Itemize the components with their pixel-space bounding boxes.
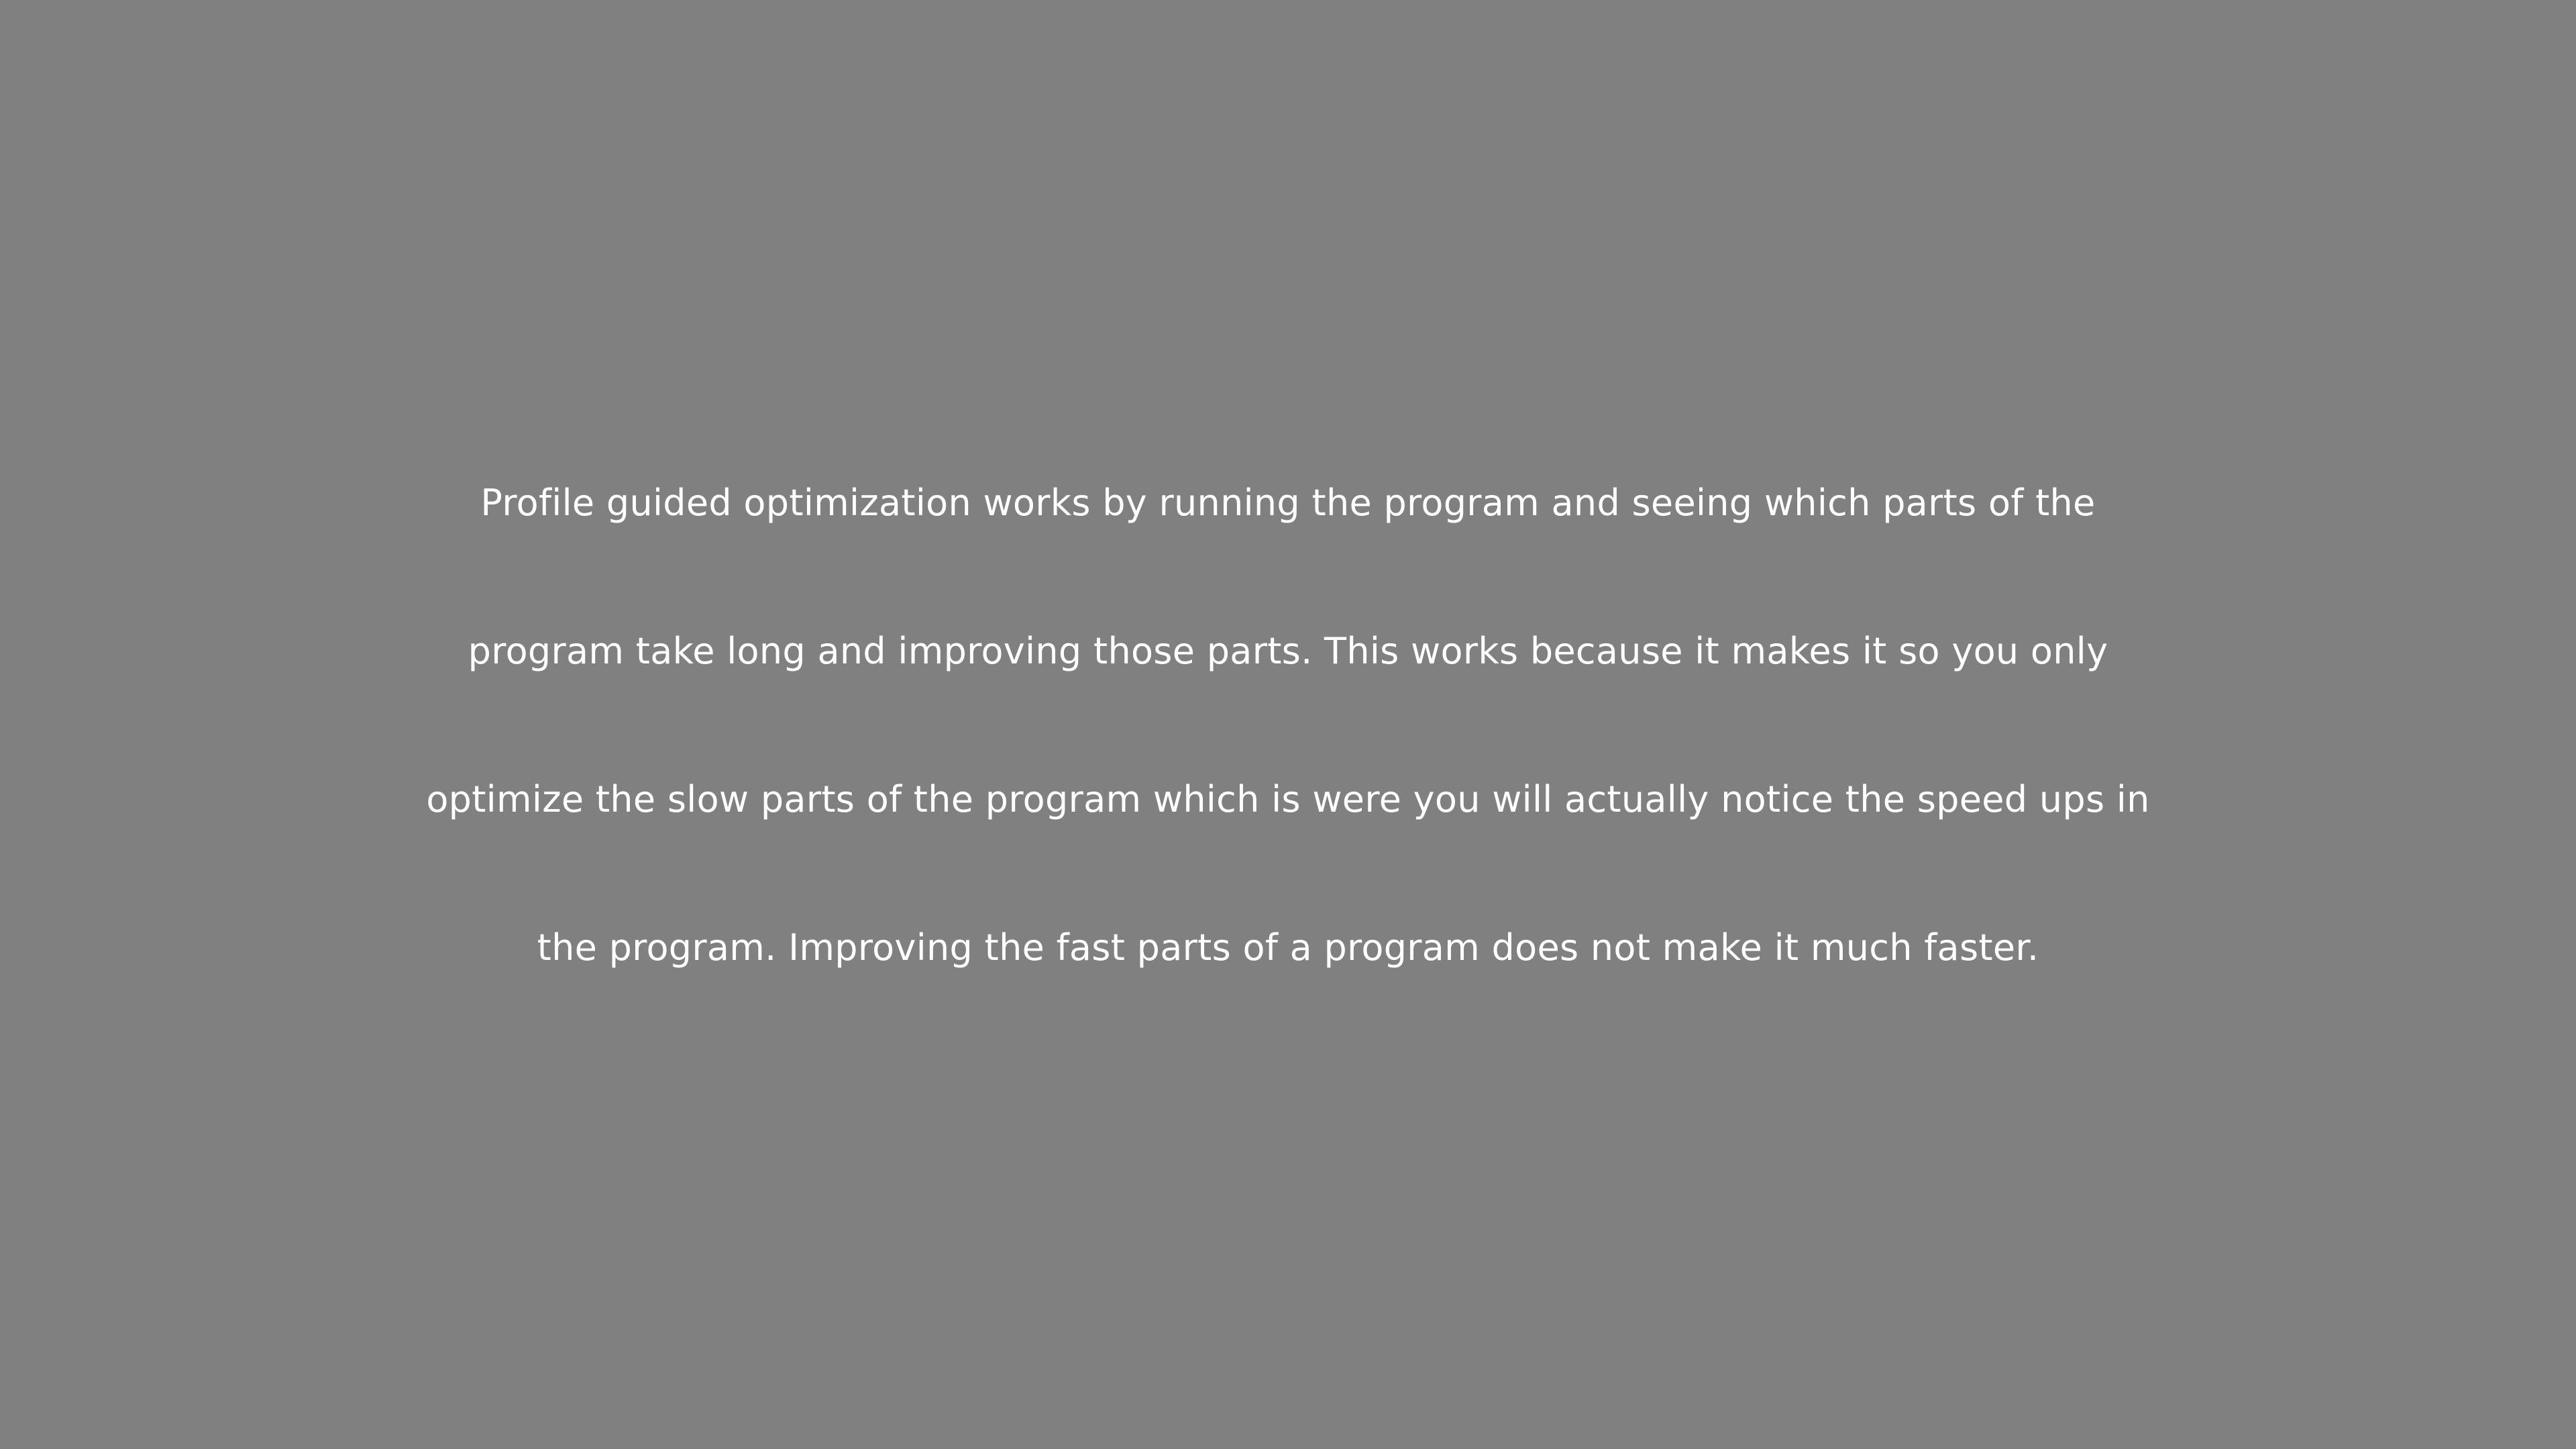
paragraph-line: the program. Improving the fast parts of…	[537, 926, 2039, 969]
paragraph-line: Profile guided optimization works by run…	[480, 482, 2096, 524]
paragraph-line: program take long and improving those pa…	[468, 630, 2108, 672]
paragraph-text: Profile guided optimization works by run…	[0, 0, 2576, 1449]
paragraph-line: optimize the slow parts of the program w…	[426, 778, 2150, 820]
